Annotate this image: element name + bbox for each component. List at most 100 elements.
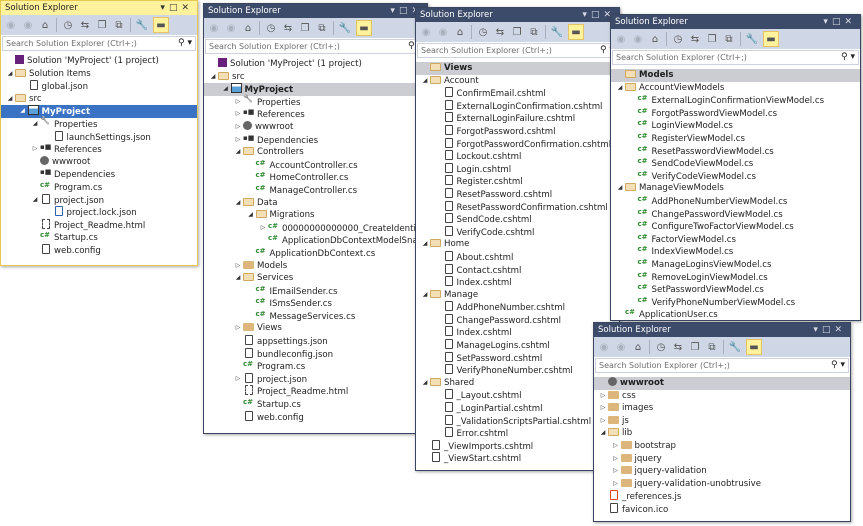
tree-item[interactable]: SendCodeViewModel.cs [611, 155, 860, 170]
tree-item[interactable]: VerifyPhoneNumberViewModel.cs [611, 294, 860, 309]
maximize-icon[interactable]: □ [832, 17, 845, 27]
tree-item[interactable]: ExternalLoginConfirmation.cshtml [416, 99, 619, 113]
collapsed-arrow-icon[interactable]: ▷ [611, 478, 621, 491]
tree-item[interactable]: _ViewStart.cshtml [416, 452, 619, 465]
maximize-icon[interactable]: □ [822, 325, 835, 335]
tree-item[interactable]: Program.cs [204, 358, 427, 373]
expanded-arrow-icon[interactable]: ◢ [30, 194, 40, 207]
tree-item[interactable]: ChangePassword.cshtml [416, 313, 619, 327]
tree-item[interactable]: ◢ src [1, 93, 197, 106]
tree-item[interactable]: Models [611, 69, 860, 82]
tree-item[interactable]: ◢ MyProject [204, 83, 427, 96]
tree-item[interactable]: ▷ Dependencies [204, 132, 427, 147]
tree-item[interactable]: ◢ ManageViewModels [611, 182, 860, 195]
panel-title-bar[interactable]: Solution Explorer ▾□✕ [204, 4, 427, 18]
tree-item[interactable]: ◢ src [204, 71, 427, 84]
tree-item[interactable]: bundleconfig.json [204, 347, 427, 361]
expanded-arrow-icon[interactable]: ◢ [420, 377, 430, 390]
preview-icon[interactable]: ▬ [568, 24, 584, 40]
sync-icon[interactable]: ⇆ [494, 26, 506, 38]
show-all-files-icon[interactable]: ⧉ [706, 341, 718, 353]
tree-item[interactable]: ◢ Properties [1, 118, 197, 131]
tree-item[interactable]: Index.cshtml [416, 276, 619, 289]
tree-item[interactable]: ◢ Account [416, 75, 619, 88]
expanded-arrow-icon[interactable]: ◢ [30, 118, 40, 131]
tree-item[interactable]: ▷ wwwroot [204, 120, 427, 134]
tree-item[interactable]: VerifyCodeViewModel.cs [611, 168, 860, 183]
tree-item[interactable]: VerifyPhoneNumber.cshtml [416, 364, 619, 377]
tree-item[interactable]: ▷ js [594, 415, 850, 428]
tree-item[interactable]: ResetPasswordViewModel.cs [611, 143, 860, 158]
tree-item[interactable]: IndexViewModel.cs [611, 243, 860, 258]
pending-changes-icon[interactable]: ◷ [62, 19, 74, 31]
tree-item[interactable]: _Layout.cshtml [416, 389, 619, 402]
tree-item[interactable]: ◢ Home [416, 238, 619, 251]
collapsed-arrow-icon[interactable]: ▷ [258, 222, 268, 235]
tree-item[interactable]: wwwroot [594, 377, 850, 390]
home-icon[interactable]: ⌂ [454, 26, 466, 38]
collapsed-arrow-icon[interactable]: ▷ [598, 390, 608, 403]
maximize-icon[interactable]: □ [399, 6, 412, 16]
forward-icon[interactable]: ◉ [437, 26, 449, 38]
tree-item[interactable]: ResetPasswordConfirmation.cshtml [416, 200, 619, 214]
tree-item[interactable]: _ValidationScriptsPartial.cshtml [416, 414, 619, 428]
expanded-arrow-icon[interactable]: ◢ [598, 427, 608, 440]
expanded-arrow-icon[interactable]: ◢ [221, 83, 231, 96]
dropdown-icon[interactable]: ▾ [813, 325, 822, 335]
show-all-files-icon[interactable]: ⧉ [316, 22, 328, 34]
tree-item[interactable]: global.json [1, 80, 197, 93]
expanded-arrow-icon[interactable]: ◢ [615, 82, 625, 95]
home-icon[interactable]: ⌂ [39, 19, 51, 31]
close-icon[interactable]: ✕ [181, 3, 193, 13]
tree-item[interactable]: AccountController.cs [204, 157, 427, 172]
tree-item[interactable]: ▷ jquery-validation-unobtrusive [594, 478, 850, 491]
sync-icon[interactable]: ⇆ [672, 341, 684, 353]
sync-icon[interactable]: ⇆ [282, 22, 294, 34]
tree-item[interactable]: ▷ Views [204, 322, 427, 335]
tree-item[interactable]: FactorViewModel.cs [611, 231, 860, 246]
collapsed-arrow-icon[interactable]: ▷ [598, 415, 608, 428]
tree-item[interactable]: ManageLoginsViewModel.cs [611, 256, 860, 271]
tree-item[interactable]: Solution 'MyProject' (1 project) [204, 58, 427, 71]
tree-item[interactable]: ▷ Models [204, 260, 427, 273]
tree-item[interactable]: IEmailSender.cs [204, 283, 427, 298]
tree-item[interactable]: project.lock.json [1, 206, 197, 219]
expanded-arrow-icon[interactable]: ◢ [246, 209, 256, 222]
tree-item[interactable]: ApplicationDbContextModelSnapshot.cs [204, 232, 427, 247]
back-icon[interactable]: ◉ [5, 19, 17, 31]
tree-item[interactable]: RegisterViewModel.cs [611, 130, 860, 145]
pending-changes-icon[interactable]: ◷ [672, 33, 684, 45]
tree-item[interactable]: _references.js [594, 490, 850, 503]
dropdown-icon[interactable]: ▾ [160, 3, 169, 13]
home-icon[interactable]: ⌂ [242, 22, 254, 34]
collapsed-arrow-icon[interactable]: ▷ [598, 402, 608, 415]
tree-item[interactable]: appsettings.json [204, 335, 427, 348]
dropdown-icon[interactable]: ▾ [582, 10, 591, 20]
close-icon[interactable]: ✕ [844, 17, 856, 27]
dropdown-icon[interactable]: ▾ [390, 6, 399, 16]
collapse-all-icon[interactable]: ❐ [706, 33, 718, 45]
tree-item[interactable]: ◢ Migrations [204, 209, 427, 222]
search-input[interactable]: Search Solution Explorer (Ctrl+;) ⚲ ▾ [2, 36, 196, 51]
tree-item[interactable]: Startup.cs [1, 229, 197, 244]
tree-item[interactable]: ◢ Services [204, 272, 427, 285]
tree-item[interactable]: ◢ Shared [416, 377, 619, 390]
preview-icon[interactable]: ▬ [153, 17, 169, 33]
tree-item[interactable]: ◢ lib [594, 427, 850, 440]
collapsed-arrow-icon[interactable]: ▷ [233, 322, 243, 335]
tree-item[interactable]: web.config [204, 410, 427, 424]
tree-item[interactable]: About.cshtml [416, 250, 619, 264]
collapse-all-icon[interactable]: ❐ [96, 19, 108, 31]
tree-item[interactable]: launchSettings.json [1, 130, 197, 144]
back-icon[interactable]: ◉ [615, 33, 627, 45]
panel-title-bar[interactable]: Solution Explorer ▾□✕ [416, 8, 619, 22]
tree-item[interactable]: ◢ project.json [1, 193, 197, 207]
tree-item[interactable]: ForgotPasswordConfirmation.cshtml [416, 137, 619, 151]
show-all-files-icon[interactable]: ⧉ [113, 19, 125, 31]
collapse-all-icon[interactable]: ❐ [689, 341, 701, 353]
tree-item[interactable]: ▷ css [594, 390, 850, 403]
collapsed-arrow-icon[interactable]: ▷ [233, 96, 243, 109]
search-input[interactable]: Search Solution Explorer (Ctrl+;) ⚲ ▾ [205, 39, 426, 54]
tree-item[interactable]: ◢ AccountViewModels [611, 82, 860, 95]
panel-title-bar[interactable]: Solution Explorer ▾□✕ [594, 323, 850, 337]
